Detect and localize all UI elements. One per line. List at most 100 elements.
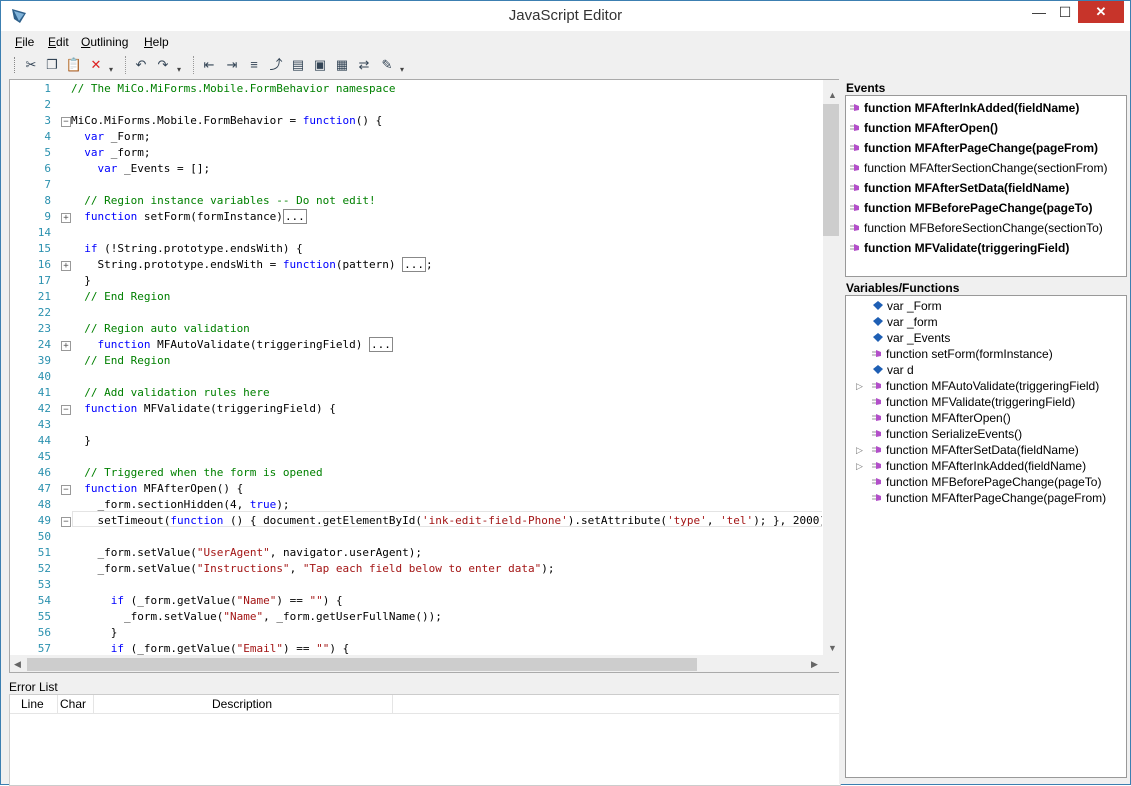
event-item[interactable]: function MFBeforeSectionChange(sectionTo… [850, 220, 1103, 236]
column-char[interactable]: Char [60, 697, 86, 711]
code-line[interactable]: 6 var _Events = []; [10, 161, 822, 177]
code-line[interactable]: 21 // End Region [10, 289, 822, 305]
undo-icon[interactable]: ↶ [132, 56, 150, 74]
column-divider[interactable] [57, 695, 58, 713]
comment-icon[interactable]: ⤴ [267, 56, 285, 74]
code-line[interactable]: 44 } [10, 433, 822, 449]
function-item[interactable]: function SerializeEvents() [872, 426, 1022, 442]
code-editor[interactable]: 1 // The MiCo.MiForms.Mobile.FormBehavior… [9, 79, 841, 673]
menu-edit[interactable]: Edit [48, 35, 69, 49]
expand-region-icon[interactable]: + [61, 341, 71, 351]
outdent-icon[interactable]: ⇤ [200, 56, 218, 74]
code-line[interactable]: 8 // Region instance variables -- Do not… [10, 193, 822, 209]
code-line[interactable]: 45 [10, 449, 822, 465]
code-line[interactable]: 23 // Region auto validation [10, 321, 822, 337]
collapse-region-icon[interactable]: − [61, 405, 71, 415]
paste-icon[interactable]: 📋 [65, 56, 83, 74]
vertical-scroll-thumb[interactable] [823, 104, 839, 236]
toggle-icon[interactable]: ⇄ [355, 56, 373, 74]
code-line[interactable]: 16 + String.prototype.endsWith = function… [10, 257, 822, 273]
close-button[interactable]: ✕ [1078, 1, 1124, 23]
code-line[interactable]: 51 _form.setValue("UserAgent", navigator… [10, 545, 822, 561]
code-line[interactable]: 49− setTimeout(function () { document.ge… [10, 513, 822, 529]
toolbar-dropdown[interactable]: ▾ [177, 65, 181, 74]
code-line[interactable]: 7 [10, 177, 822, 193]
variable-item[interactable]: var _Events [873, 330, 950, 346]
menu-outlining[interactable]: Outlining [81, 35, 128, 49]
function-item[interactable]: function setForm(formInstance) [872, 346, 1053, 362]
code-line[interactable]: 39 // End Region [10, 353, 822, 369]
code-line[interactable]: 42− function MFValidate(triggeringField)… [10, 401, 822, 417]
tree-expand-icon[interactable]: ▷ [856, 445, 863, 456]
indent-icon[interactable]: ⇥ [223, 56, 241, 74]
code-line[interactable]: 3− MiCo.MiForms.Mobile.FormBehavior = fun… [10, 113, 822, 129]
function-item[interactable]: function MFAutoValidate(triggeringField) [872, 378, 1099, 394]
code-line[interactable]: 40 [10, 369, 822, 385]
cut-icon[interactable]: ✂ [22, 56, 40, 74]
code-line[interactable]: 43 [10, 417, 822, 433]
expand-region-icon[interactable]: + [61, 213, 71, 223]
collapse-region-icon[interactable]: − [61, 485, 71, 495]
function-item[interactable]: function MFValidate(triggeringField) [872, 394, 1075, 410]
event-item[interactable]: function MFAfterInkAdded(fieldName) [850, 100, 1079, 116]
code-line[interactable]: 2 [10, 97, 822, 113]
column-divider[interactable] [392, 695, 393, 713]
code-line[interactable]: 15 if (!String.prototype.endsWith) { [10, 241, 822, 257]
variable-item[interactable]: var d [873, 362, 914, 378]
code-line[interactable]: 54 if (_form.getValue("Name") == "") { [10, 593, 822, 609]
event-item[interactable]: function MFAfterOpen() [850, 120, 998, 136]
event-item[interactable]: function MFAfterSetData(fieldName) [850, 180, 1069, 196]
format-icon[interactable]: ≡ [245, 56, 263, 74]
uncomment-icon[interactable]: ▤ [289, 56, 307, 74]
collapse-region-icon[interactable]: − [61, 117, 71, 127]
tree-expand-icon[interactable]: ▷ [856, 461, 863, 472]
code-line[interactable]: 41 // Add validation rules here [10, 385, 822, 401]
code-line[interactable]: 50 [10, 529, 822, 545]
event-item[interactable]: function MFValidate(triggeringField) [850, 240, 1069, 256]
code-line[interactable]: 1 // The MiCo.MiForms.Mobile.FormBehavior… [10, 81, 822, 97]
expand-region-icon[interactable]: + [61, 261, 71, 271]
bookmark-icon[interactable]: ✎ [378, 56, 396, 74]
function-item[interactable]: function MFAfterInkAdded(fieldName) [872, 458, 1086, 474]
code-line[interactable]: 9 + function setForm(formInstance)... [10, 209, 822, 225]
function-item[interactable]: function MFAfterOpen() [872, 410, 1011, 426]
scroll-down-arrow[interactable]: ▼ [828, 643, 837, 653]
tree-expand-icon[interactable]: ▷ [856, 381, 863, 392]
code-line[interactable]: 55 _form.setValue("Name", _form.getUserF… [10, 609, 822, 625]
variables-tree[interactable]: var _Form var _form var _Events function se… [845, 295, 1127, 778]
code-line[interactable]: 17 } [10, 273, 822, 289]
horizontal-scroll-thumb[interactable] [27, 658, 697, 671]
column-line[interactable]: Line [21, 697, 44, 711]
column-description[interactable]: Description [212, 697, 272, 711]
menu-file[interactable]: File [15, 35, 34, 49]
toolbar-dropdown[interactable]: ▾ [109, 65, 113, 74]
code-line[interactable]: 56 } [10, 625, 822, 641]
collapse-icon[interactable]: ▦ [333, 56, 351, 74]
event-item[interactable]: function MFAfterSectionChange(sectionFro… [850, 160, 1107, 176]
code-line[interactable]: 46 // Triggered when the form is opened [10, 465, 822, 481]
menu-help[interactable]: Help [144, 35, 169, 49]
toolbar-dropdown[interactable]: ▾ [400, 65, 404, 74]
function-item[interactable]: function MFAfterPageChange(pageFrom) [872, 490, 1106, 506]
expand-icon[interactable]: ▣ [311, 56, 329, 74]
variable-item[interactable]: var _form [873, 314, 938, 330]
collapse-region-icon[interactable]: − [61, 517, 71, 527]
code-line[interactable]: 22 [10, 305, 822, 321]
toolbar-grip[interactable] [14, 57, 18, 73]
function-item[interactable]: function MFAfterSetData(fieldName) [872, 442, 1079, 458]
delete-icon[interactable]: ✕ [87, 56, 105, 74]
code-line[interactable]: 5 var _form; [10, 145, 822, 161]
function-item[interactable]: function MFBeforePageChange(pageTo) [872, 474, 1101, 490]
events-list[interactable]: function MFAfterInkAdded(fieldName) funct… [845, 95, 1127, 277]
title-bar[interactable]: JavaScript Editor — ☐ ✕ [1, 1, 1130, 31]
code-line[interactable]: 14 [10, 225, 822, 241]
scroll-right-arrow[interactable]: ▶ [811, 659, 818, 670]
event-item[interactable]: function MFBeforePageChange(pageTo) [850, 200, 1092, 216]
panel-splitter[interactable] [839, 79, 844, 784]
maximize-button[interactable]: ☐ [1052, 1, 1078, 23]
event-item[interactable]: function MFAfterPageChange(pageFrom) [850, 140, 1098, 156]
variable-item[interactable]: var _Form [873, 298, 942, 314]
scroll-up-arrow[interactable]: ▲ [828, 90, 837, 100]
code-line[interactable]: 47− function MFAfterOpen() { [10, 481, 822, 497]
code-line[interactable]: 48 _form.sectionHidden(4, true); [10, 497, 822, 513]
